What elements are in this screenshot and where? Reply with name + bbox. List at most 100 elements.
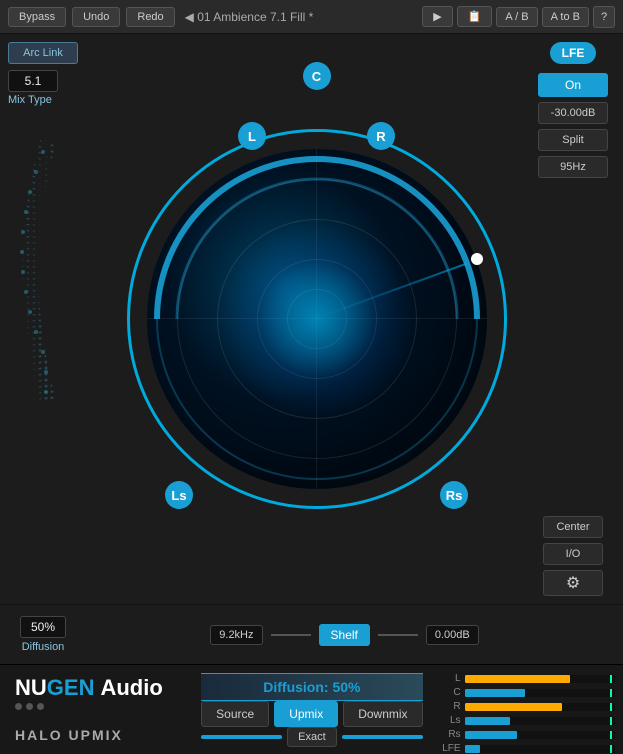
meter-row-rs: Rs (441, 729, 615, 740)
meter-label-r: R (441, 701, 461, 712)
source-button[interactable]: Source (201, 701, 269, 727)
diffusion-value[interactable]: 50% (20, 616, 66, 638)
upmix-button[interactable]: Upmix (274, 701, 338, 727)
center-area: C L R Ls Rs (110, 34, 523, 604)
shelf-line-left (271, 634, 311, 636)
meter-bar-container-lfe (465, 745, 615, 753)
dot-3 (37, 703, 44, 710)
lfe-button[interactable]: LFE (550, 42, 597, 64)
shelf-db-value: 0.00dB (426, 625, 479, 645)
arc-dots-decoration (8, 132, 102, 415)
main-content: Arc Link 5.1 Mix Type (0, 34, 623, 604)
meter-bar-container-rs (465, 731, 615, 739)
channel-ls[interactable]: Ls (165, 481, 193, 509)
undo-button[interactable]: Undo (72, 7, 120, 27)
arc-link-button[interactable]: Arc Link (8, 42, 78, 64)
footer-center: Diffusion: 50% Source Upmix Downmix Exac… (191, 665, 432, 753)
center-button[interactable]: Center (543, 516, 603, 538)
arc-dots-svg (8, 132, 58, 412)
gear-button[interactable]: ⚙ (543, 570, 603, 596)
top-bar: Bypass Undo Redo ◀ 01 Ambience 7.1 Fill … (0, 0, 623, 34)
channel-r[interactable]: R (367, 122, 395, 150)
meter-label-lfe: LFE (441, 743, 461, 754)
gen-text: GEN (47, 675, 95, 700)
lfe-on-button[interactable]: On (538, 73, 608, 97)
meter-bar-ls (465, 717, 510, 725)
exact-slider-right[interactable] (342, 735, 423, 739)
meter-tick-r (610, 703, 612, 711)
meter-row-l: L (441, 673, 615, 684)
meter-row-lfe: LFE (441, 743, 615, 754)
exact-slider[interactable] (201, 735, 282, 739)
dot-2 (26, 703, 33, 710)
diffusion-group: 50% Diffusion (20, 616, 66, 653)
meter-row-r: R (441, 701, 615, 712)
logo-area: NUGEN Audio (15, 675, 176, 710)
meter-tick-l (610, 675, 612, 683)
meter-bar-container-ls (465, 717, 615, 725)
meter-tick-ls (610, 717, 612, 725)
meter-bar-lfe (465, 745, 480, 753)
side-btns-group: Center I/O ⚙ (543, 416, 603, 596)
meter-row-c: C (441, 687, 615, 698)
lfe-split-button[interactable]: Split (538, 129, 608, 151)
clip-button[interactable]: 📋 (457, 6, 493, 27)
help-button[interactable]: ? (593, 6, 615, 28)
lfe-db-value: -30.00dB (538, 102, 608, 124)
meter-tick-c (610, 689, 612, 697)
downmix-button[interactable]: Downmix (343, 701, 422, 727)
mix-type-label: Mix Type (8, 94, 102, 106)
play-button[interactable]: ▶ (422, 6, 452, 27)
track-name: ◀ 01 Ambience 7.1 Fill * (185, 10, 417, 24)
meter-bar-container-c (465, 689, 615, 697)
gear-icon: ⚙ (566, 573, 580, 593)
shelf-line-right (378, 634, 418, 636)
footer-buttons: Source Upmix Downmix (201, 701, 422, 727)
mix-type-value[interactable]: 5.1 (8, 70, 58, 92)
exact-slider-container: Exact (201, 727, 422, 747)
product-name: HALO UPMIX (15, 727, 176, 743)
shelf-controls: 9.2kHz Shelf 0.00dB (86, 624, 603, 646)
nugen-text: NUGEN (15, 675, 94, 701)
meter-label-l: L (441, 673, 461, 684)
nugen-logo: NUGEN Audio (15, 675, 176, 701)
meter-label-rs: Rs (441, 729, 461, 740)
mix-type-container: 5.1 Mix Type (8, 70, 102, 106)
meter-label-ls: Ls (441, 715, 461, 726)
meter-bar-container-r (465, 703, 615, 711)
meter-row-ls: Ls (441, 715, 615, 726)
radar-inner (147, 149, 487, 489)
diffusion-display: Diffusion: 50% (201, 673, 422, 701)
dot-1 (15, 703, 22, 710)
dots-row (15, 703, 176, 710)
exact-button[interactable]: Exact (287, 727, 337, 747)
nu-text: NU (15, 675, 47, 700)
diffusion-label: Diffusion (22, 641, 65, 653)
channel-c[interactable]: C (303, 62, 331, 90)
shelf-button[interactable]: Shelf (319, 624, 370, 646)
channel-rs[interactable]: Rs (440, 481, 468, 509)
lfe-hz-value: 95Hz (538, 156, 608, 178)
left-panel: Arc Link 5.1 Mix Type (0, 34, 110, 604)
meter-bar-container-l (465, 675, 615, 683)
right-panel: LFE On -30.00dB Split 95Hz Center I/O ⚙ (523, 34, 623, 604)
redo-button[interactable]: Redo (126, 7, 174, 27)
freq-value[interactable]: 9.2kHz (210, 625, 262, 645)
meter-tick-lfe (610, 745, 612, 753)
meter-label-c: C (441, 687, 461, 698)
audio-text: Audio (100, 675, 162, 701)
footer-left: NUGEN Audio HALO UPMIX (0, 665, 191, 753)
bottom-controls: 50% Diffusion 9.2kHz Shelf 0.00dB (0, 604, 623, 664)
bypass-button[interactable]: Bypass (8, 7, 66, 27)
radar-container[interactable] (127, 129, 507, 509)
footer: NUGEN Audio HALO UPMIX Diffusion: 50% So… (0, 664, 623, 753)
meter-bar-r (465, 703, 563, 711)
meter-bar-c (465, 689, 525, 697)
channel-l[interactable]: L (238, 122, 266, 150)
io-button[interactable]: I/O (543, 543, 603, 565)
atob-button[interactable]: A to B (542, 7, 589, 27)
meter-tick-rs (610, 731, 612, 739)
meter-bar-rs (465, 731, 518, 739)
ab-button[interactable]: A / B (496, 7, 537, 27)
footer-right: LCR Ls Rs LFE (433, 665, 623, 753)
